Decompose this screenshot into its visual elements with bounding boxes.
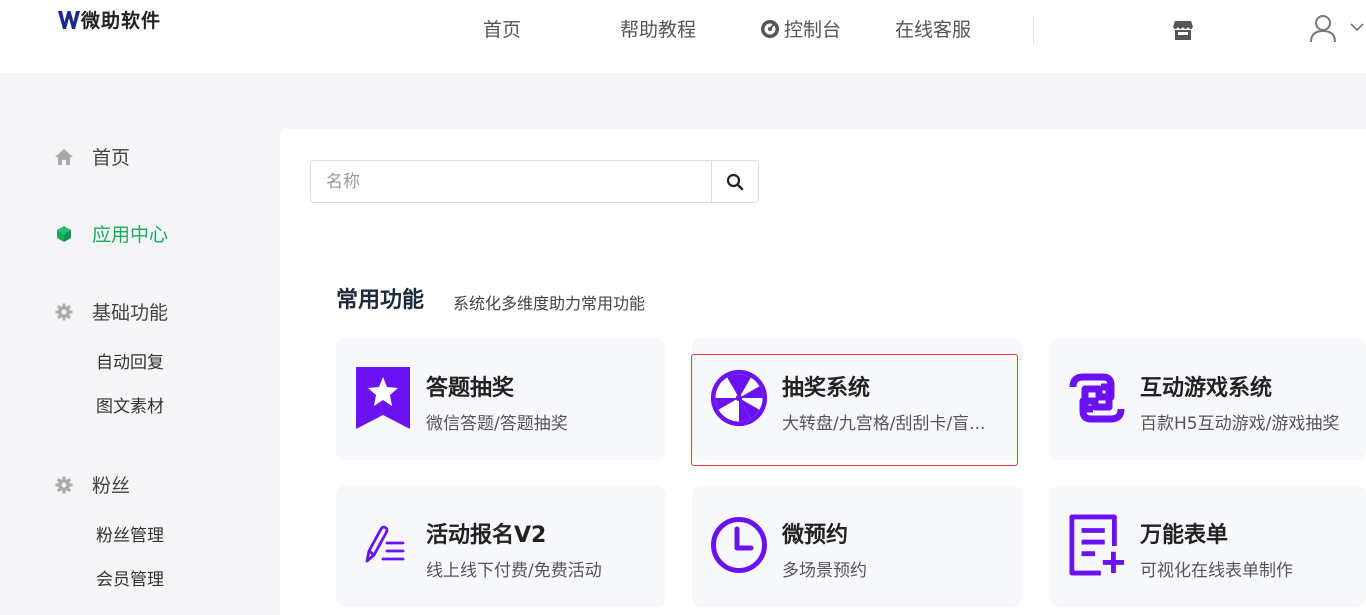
card-title: 抽奖系统: [782, 376, 871, 401]
sidebar-sub-auto-reply[interactable]: 自动回复: [96, 348, 164, 373]
game-link-icon: [1068, 366, 1126, 430]
sidebar-item-label: 应用中心: [92, 224, 169, 246]
search-button[interactable]: [711, 161, 758, 202]
top-header: 微助软件 首页 帮助教程 控制台 在线客服: [0, 0, 1366, 73]
app-card-booking[interactable]: 微预约 多场景预约: [692, 485, 1022, 607]
section-title: 常用功能: [336, 288, 425, 313]
sidebar-item-label: 首页: [92, 147, 131, 169]
card-desc: 微信答题/答题抽奖: [426, 414, 568, 434]
card-desc: 可视化在线表单制作: [1140, 561, 1293, 581]
search-box: [310, 160, 759, 203]
section-subtitle: 系统化多维度助力常用功能: [453, 294, 646, 313]
card-desc: 线上线下付费/免费活动: [426, 561, 602, 581]
card-desc: 百款H5互动游戏/游戏抽奖: [1140, 414, 1340, 434]
logo-w-icon: [58, 10, 80, 29]
app-card-interactive-games[interactable]: 互动游戏系统 百款H5互动游戏/游戏抽奖: [1050, 338, 1366, 460]
nav-console[interactable]: 控制台: [760, 14, 841, 46]
logo[interactable]: 微助软件: [58, 6, 161, 33]
app-card-lottery-system[interactable]: 抽奖系统 大转盘/九宫格/刮刮卡/盲...: [691, 338, 1022, 466]
ribbon-star-icon: [354, 366, 412, 430]
user-avatar-icon[interactable]: [1309, 14, 1337, 44]
card-title: 万能表单: [1140, 523, 1229, 548]
sidebar: 首页 应用中心 基础功能 自动回复 图文素材 粉丝 粉丝管理 会员管理: [0, 73, 280, 615]
app-card-quiz-lottery[interactable]: 答题抽奖 微信答题/答题抽奖: [336, 338, 666, 460]
logo-text: 微助软件: [81, 10, 162, 32]
search-input[interactable]: [311, 161, 711, 202]
sidebar-item-label: 粉丝: [92, 475, 131, 497]
card-title: 互动游戏系统: [1140, 376, 1273, 401]
main-panel: 常用功能 系统化多维度助力常用功能 答题抽奖 微信答题/答题抽奖: [280, 129, 1366, 615]
card-desc: 大转盘/九宫格/刮刮卡/盲...: [782, 414, 986, 434]
sidebar-item-basic[interactable]: 基础功能: [54, 298, 168, 325]
card-title: 微预约: [782, 523, 849, 548]
sidebar-sub-fans-manage[interactable]: 粉丝管理: [96, 521, 164, 546]
card-title: 答题抽奖: [426, 376, 515, 401]
form-add-icon: [1068, 513, 1126, 577]
nav-home[interactable]: 首页: [483, 14, 521, 46]
card-title: 活动报名V2: [426, 523, 547, 548]
sidebar-sub-member-manage[interactable]: 会员管理: [96, 565, 164, 590]
sidebar-item-home[interactable]: 首页: [54, 143, 130, 170]
gear-icon: [54, 302, 74, 322]
clock-icon: [710, 513, 768, 577]
nav-console-label: 控制台: [784, 19, 842, 41]
app-card-universal-form[interactable]: 万能表单 可视化在线表单制作: [1050, 485, 1366, 607]
chevron-down-icon[interactable]: [1350, 22, 1364, 32]
sidebar-item-app-center[interactable]: 应用中心: [54, 220, 168, 247]
store-icon[interactable]: [1172, 19, 1194, 41]
home-icon: [54, 147, 74, 167]
wheel-icon: [710, 366, 768, 430]
console-gauge-icon: [761, 19, 779, 38]
card-desc: 多场景预约: [782, 561, 867, 581]
sidebar-item-fans[interactable]: 粉丝: [54, 471, 130, 498]
gear-icon: [54, 475, 74, 495]
sidebar-sub-materials[interactable]: 图文素材: [96, 392, 164, 417]
nav-help[interactable]: 帮助教程: [620, 14, 696, 46]
app-card-event-signup[interactable]: 活动报名V2 线上线下付费/免费活动: [336, 485, 666, 607]
nav-divider: [1033, 16, 1034, 44]
sidebar-item-label: 基础功能: [92, 302, 169, 324]
pen-list-icon: [354, 513, 412, 577]
search-icon: [726, 173, 744, 190]
nav-support[interactable]: 在线客服: [895, 14, 971, 46]
cube-icon: [54, 224, 74, 244]
